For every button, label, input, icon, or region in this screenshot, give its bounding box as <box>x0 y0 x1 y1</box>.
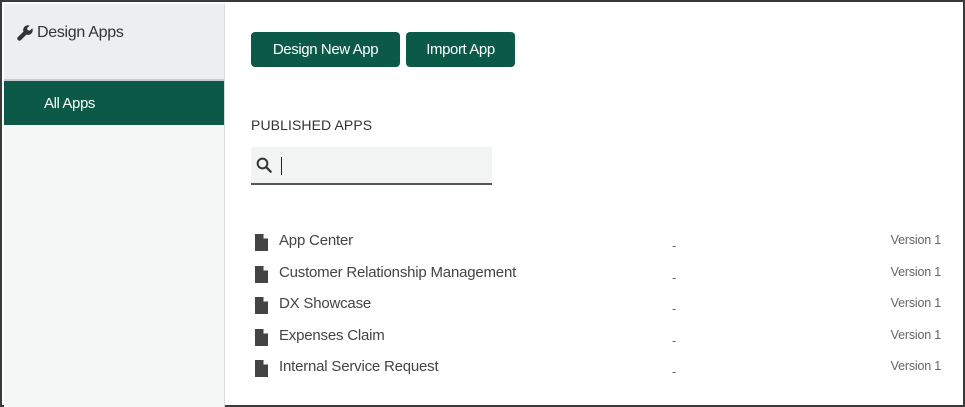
app-list: App Center - Version 1 Customer Relation… <box>226 228 965 386</box>
section-title: PUBLISHED APPS <box>251 117 373 133</box>
app-description: - <box>672 364 677 379</box>
document-icon <box>255 234 268 251</box>
text-cursor <box>281 157 282 175</box>
app-description: - <box>672 332 677 348</box>
list-item[interactable]: Customer Relationship Management - Versi… <box>226 260 965 292</box>
app-version: Version 1 <box>890 327 942 342</box>
app-description: - <box>672 269 677 285</box>
app-name: Internal Service Request <box>279 358 439 375</box>
app-version: Version 1 <box>890 296 942 310</box>
sidebar-item-all-apps[interactable]: All Apps <box>4 81 224 125</box>
wrench-icon <box>17 25 33 41</box>
list-item[interactable]: DX Showcase - Version 1 <box>226 291 965 323</box>
search-input[interactable] <box>279 153 479 177</box>
app-description: - <box>672 301 677 316</box>
app-version: Version 1 <box>890 264 942 279</box>
document-icon <box>255 360 268 377</box>
app-description: - <box>672 238 677 253</box>
app-name: App Center <box>279 232 353 249</box>
search-box <box>251 147 492 185</box>
main-panel: Design New App Import App PUBLISHED APPS… <box>226 4 965 407</box>
app-window: Design Apps All Apps Design New App Impo… <box>0 0 965 407</box>
import-app-button[interactable]: Import App <box>406 32 515 67</box>
app-name: DX Showcase <box>279 295 372 312</box>
document-icon <box>255 297 268 314</box>
document-icon <box>255 265 268 283</box>
design-new-app-button[interactable]: Design New App <box>251 32 400 67</box>
app-version: Version 1 <box>890 359 942 373</box>
app-name: Expenses Claim <box>279 326 385 344</box>
search-icon <box>256 157 272 173</box>
document-icon <box>255 328 268 346</box>
sidebar-header: Design Apps <box>4 4 224 81</box>
list-item[interactable]: Internal Service Request - Version 1 <box>226 354 965 386</box>
app-version: Version 1 <box>890 233 942 247</box>
sidebar: Design Apps All Apps <box>4 4 225 407</box>
list-item[interactable]: Expenses Claim - Version 1 <box>226 323 965 355</box>
app-name: Customer Relationship Management <box>279 263 517 281</box>
sidebar-item-label: All Apps <box>44 95 95 112</box>
list-item[interactable]: App Center - Version 1 <box>226 228 965 260</box>
sidebar-header-label: Design Apps <box>37 24 124 41</box>
